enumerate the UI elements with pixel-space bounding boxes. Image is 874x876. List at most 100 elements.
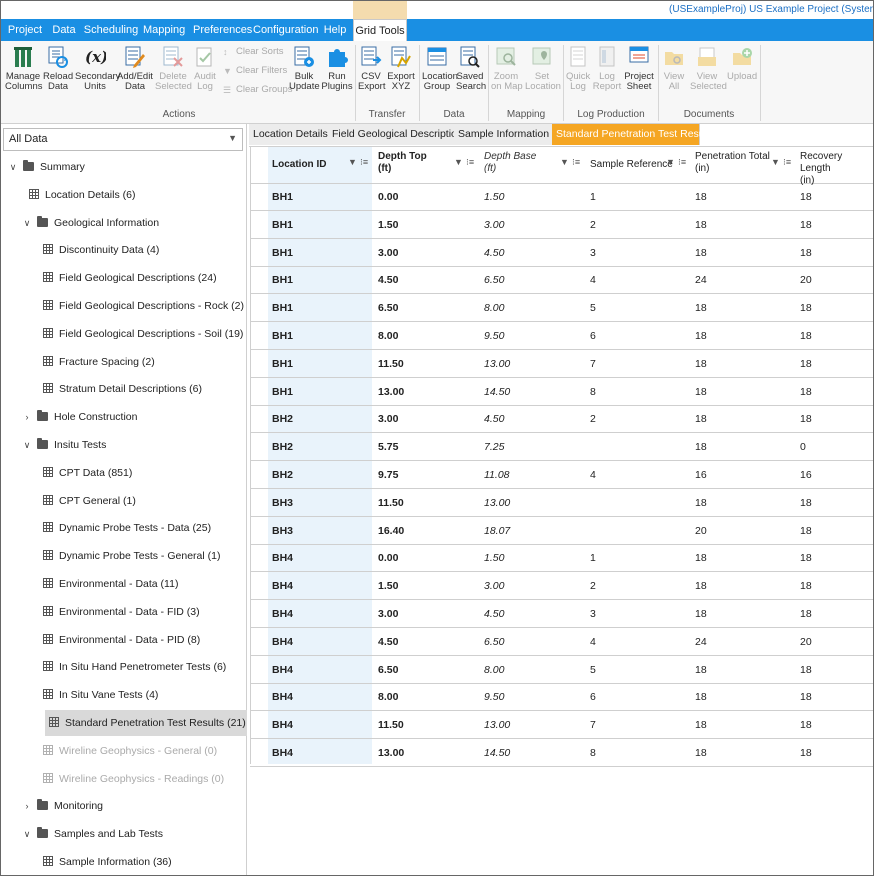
- column-menu-icon[interactable]: ⁝≡: [783, 157, 791, 168]
- add-edit-data-button[interactable]: Add/Edit Data: [117, 45, 153, 92]
- cell-depth-top[interactable]: 3.00: [378, 247, 398, 259]
- saved-search-button[interactable]: Saved Search: [456, 45, 486, 92]
- reload-data-button[interactable]: Reload Data: [43, 45, 73, 92]
- tree-item[interactable]: › Hole Construction: [21, 404, 137, 430]
- view-selected-button[interactable]: View Selected: [690, 45, 727, 92]
- table-row[interactable]: BH4 0.00 1.50 1 18 18: [250, 544, 873, 573]
- tree-item[interactable]: Dynamic Probe Tests - Data (25): [35, 515, 211, 541]
- table-row[interactable]: BH1 6.50 8.00 5 18 18: [250, 294, 873, 323]
- cell-recovery-length[interactable]: 18: [800, 664, 812, 676]
- cell-location-id[interactable]: BH2: [272, 441, 293, 453]
- cell-depth-top[interactable]: 11.50: [378, 358, 404, 370]
- column-menu-icon[interactable]: ⁝≡: [572, 157, 580, 168]
- table-row[interactable]: BH4 8.00 9.50 6 18 18: [250, 683, 873, 712]
- cell-penetration-total[interactable]: 18: [695, 497, 707, 509]
- tree-item[interactable]: Sample Information (36): [35, 849, 172, 875]
- manage-columns-button[interactable]: Manage Columns: [5, 45, 43, 92]
- tab-field-geological-descriptions[interactable]: Field Geological Descriptions×: [328, 124, 480, 145]
- cell-sample-reference[interactable]: 5: [590, 302, 596, 314]
- cell-sample-reference[interactable]: 7: [590, 358, 596, 370]
- tab-standard-penetration-test-results[interactable]: Standard Penetration Test Results ×: [552, 124, 727, 145]
- cell-depth-top[interactable]: 16.40: [378, 525, 404, 537]
- cell-sample-reference[interactable]: 6: [590, 330, 596, 342]
- filter-icon[interactable]: ▼: [771, 157, 780, 167]
- tree-item[interactable]: Field Geological Descriptions - Rock (2): [35, 293, 244, 319]
- cell-penetration-total[interactable]: 16: [695, 469, 707, 481]
- menu-project[interactable]: Project: [3, 19, 47, 41]
- cell-recovery-length[interactable]: 18: [800, 608, 812, 620]
- bulk-update-button[interactable]: Bulk Update: [289, 45, 320, 92]
- tree-item[interactable]: In Situ Vane Tests (4): [35, 682, 158, 708]
- cell-depth-base[interactable]: 1.50: [484, 552, 504, 564]
- cell-sample-reference[interactable]: 4: [590, 469, 596, 481]
- cell-penetration-total[interactable]: 18: [695, 191, 707, 203]
- tree-item[interactable]: CPT General (1): [35, 488, 136, 514]
- tree-item[interactable]: In Situ Hand Penetrometer Tests (6): [35, 654, 226, 680]
- cell-recovery-length[interactable]: 18: [800, 552, 812, 564]
- header-sample-reference[interactable]: Sample Reference: [590, 159, 673, 171]
- cell-location-id[interactable]: BH4: [272, 691, 293, 703]
- cell-depth-top[interactable]: 9.75: [378, 469, 398, 481]
- cell-recovery-length[interactable]: 18: [800, 302, 812, 314]
- cell-sample-reference[interactable]: 4: [590, 274, 596, 286]
- cell-depth-top[interactable]: 11.50: [378, 719, 404, 731]
- table-row[interactable]: BH4 11.50 13.00 7 18 18: [250, 711, 873, 740]
- cell-sample-reference[interactable]: 8: [590, 747, 596, 759]
- chevron-down-icon[interactable]: ∨: [21, 210, 33, 236]
- cell-depth-base[interactable]: 9.50: [484, 330, 504, 342]
- table-row[interactable]: BH1 4.50 6.50 4 24 20: [250, 266, 873, 295]
- tree-item[interactable]: ∨ Insitu Tests: [21, 432, 106, 458]
- cell-recovery-length[interactable]: 18: [800, 719, 812, 731]
- filter-icon[interactable]: ▼: [666, 157, 675, 167]
- cell-sample-reference[interactable]: 7: [590, 719, 596, 731]
- cell-recovery-length[interactable]: 18: [800, 191, 812, 203]
- cell-penetration-total[interactable]: 18: [695, 247, 707, 259]
- table-row[interactable]: BH4 13.00 14.50 8 18 18: [250, 739, 873, 767]
- cell-depth-base[interactable]: 9.50: [484, 691, 504, 703]
- tree-item[interactable]: Environmental - Data - PID (8): [35, 627, 200, 653]
- cell-depth-base[interactable]: 14.50: [484, 386, 510, 398]
- cell-recovery-length[interactable]: 18: [800, 219, 812, 231]
- cell-recovery-length[interactable]: 18: [800, 330, 812, 342]
- cell-depth-top[interactable]: 3.00: [378, 608, 398, 620]
- upload-button[interactable]: Upload: [727, 45, 757, 82]
- cell-depth-top[interactable]: 13.00: [378, 747, 404, 759]
- cell-depth-base[interactable]: 11.08: [484, 469, 510, 481]
- clear-groups-button[interactable]: ☰ Clear Groups: [223, 84, 293, 95]
- cell-location-id[interactable]: BH4: [272, 552, 293, 564]
- cell-depth-base[interactable]: 6.50: [484, 274, 504, 286]
- table-row[interactable]: BH1 1.50 3.00 2 18 18: [250, 211, 873, 239]
- table-row[interactable]: BH3 11.50 13.00 18 18: [250, 489, 873, 517]
- audit-log-button[interactable]: Audit Log: [192, 45, 218, 92]
- cell-penetration-total[interactable]: 18: [695, 413, 707, 425]
- cell-recovery-length[interactable]: 18: [800, 247, 812, 259]
- cell-penetration-total[interactable]: 18: [695, 330, 707, 342]
- cell-sample-reference[interactable]: 3: [590, 247, 596, 259]
- cell-recovery-length[interactable]: 0: [800, 441, 806, 453]
- tree-item[interactable]: CPT Data (851): [35, 460, 132, 486]
- menu-data[interactable]: Data: [49, 19, 79, 41]
- cell-depth-top[interactable]: 13.00: [378, 386, 404, 398]
- chevron-down-icon[interactable]: ∨: [7, 154, 19, 180]
- cell-depth-base[interactable]: 14.50: [484, 747, 510, 759]
- cell-recovery-length[interactable]: 18: [800, 497, 812, 509]
- cell-location-id[interactable]: BH4: [272, 636, 293, 648]
- column-menu-icon[interactable]: ⁝≡: [360, 157, 368, 168]
- cell-sample-reference[interactable]: 1: [590, 191, 596, 203]
- filter-icon[interactable]: ▼: [348, 157, 357, 167]
- cell-location-id[interactable]: BH4: [272, 580, 293, 592]
- table-row[interactable]: BH4 3.00 4.50 3 18 18: [250, 600, 873, 628]
- cell-recovery-length[interactable]: 18: [800, 386, 812, 398]
- menu-grid-tools[interactable]: Grid Tools: [353, 19, 407, 42]
- cell-penetration-total[interactable]: 24: [695, 274, 707, 286]
- cell-sample-reference[interactable]: 3: [590, 608, 596, 620]
- cell-sample-reference[interactable]: 5: [590, 664, 596, 676]
- cell-depth-base[interactable]: 8.00: [484, 302, 504, 314]
- cell-location-id[interactable]: BH3: [272, 497, 293, 509]
- export-xyz-button[interactable]: Export XYZ: [386, 45, 416, 92]
- cell-depth-base[interactable]: 7.25: [484, 441, 504, 453]
- project-label[interactable]: (USExampleProj) US Example Project (Syst…: [669, 4, 873, 15]
- csv-export-button[interactable]: CSV Export: [358, 45, 385, 92]
- chevron-right-icon[interactable]: ›: [21, 404, 33, 430]
- cell-depth-base[interactable]: 8.00: [484, 664, 504, 676]
